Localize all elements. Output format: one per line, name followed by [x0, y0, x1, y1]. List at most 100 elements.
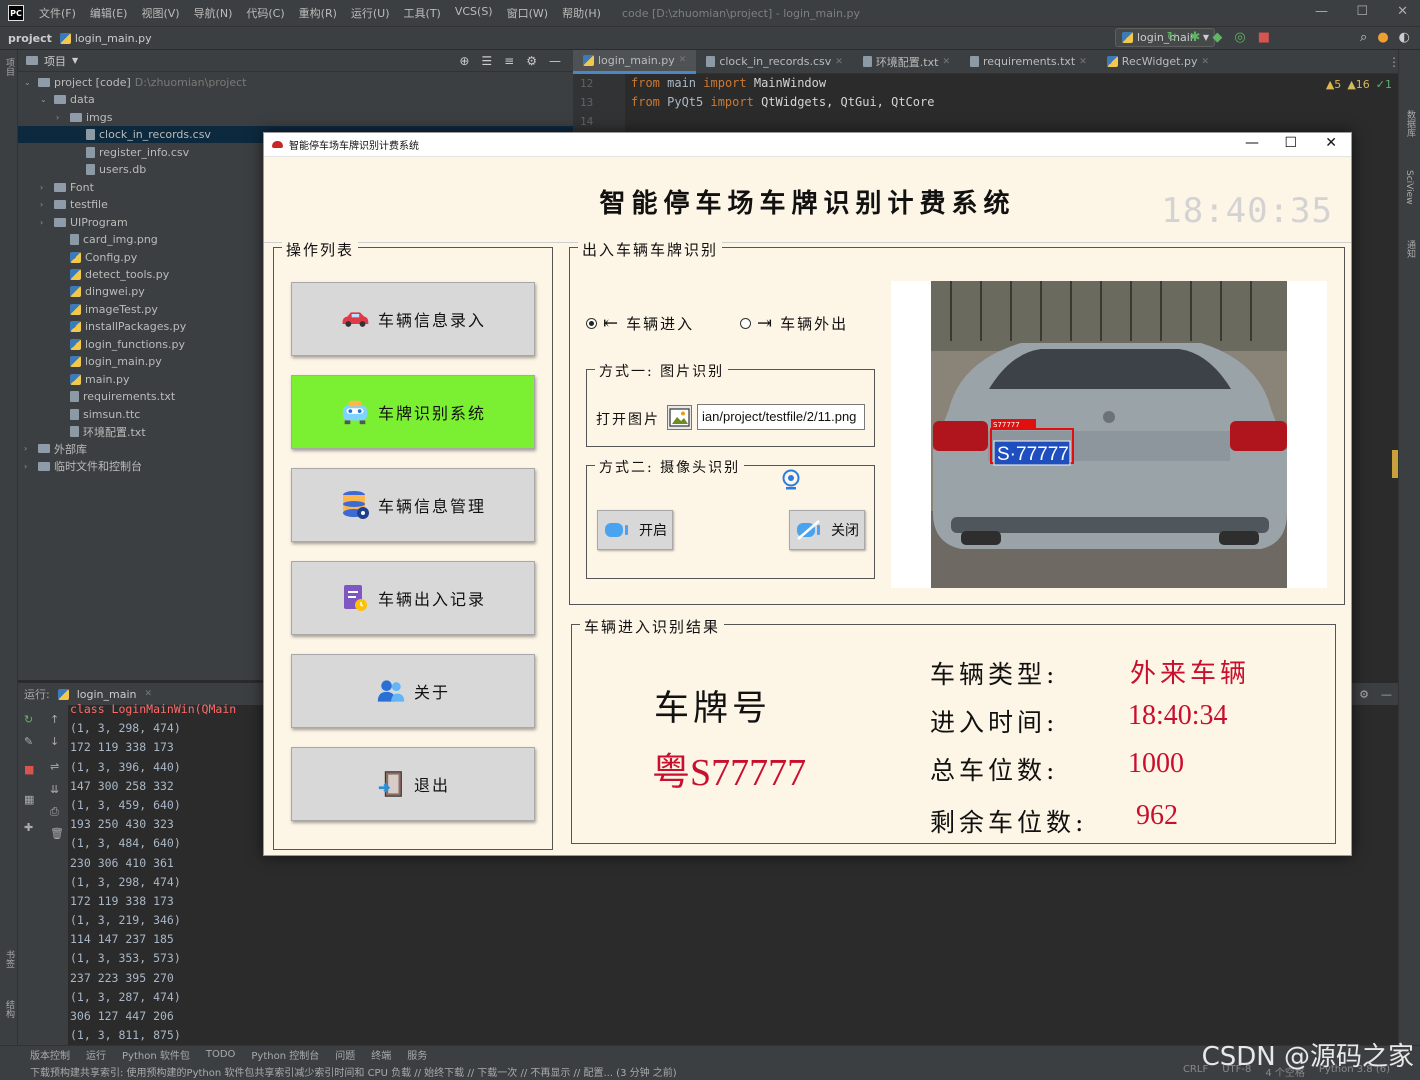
scroll-end-icon[interactable]: ⇊ — [50, 783, 64, 796]
coverage-icon[interactable]: ◆ — [1212, 30, 1222, 45]
chevron-down-icon[interactable]: ▼ — [72, 56, 78, 65]
radio-vehicle-exit[interactable]: ⇥ 车辆外出 — [740, 313, 848, 334]
chevron-down-icon[interactable]: ⌄ — [40, 95, 50, 104]
editor-tab[interactable]: 环境配置.txt ✕ — [853, 50, 960, 74]
tool-project-label[interactable]: 项目 — [3, 58, 16, 76]
layout-icon[interactable]: ▦ — [24, 793, 38, 806]
expand-all-icon[interactable]: ☰ — [481, 54, 492, 68]
op-button[interactable]: 退出 — [291, 747, 535, 821]
chevron-right-icon[interactable]: › — [40, 200, 50, 209]
run-tab[interactable]: login_main — [77, 688, 137, 701]
project-panel-title[interactable]: 项目 — [44, 53, 66, 69]
editor-tab[interactable]: clock_in_records.csv ✕ — [696, 50, 852, 74]
close-icon[interactable]: ✕ — [1397, 4, 1408, 19]
stop-icon[interactable]: ■ — [1258, 30, 1270, 45]
chevron-right-icon[interactable]: › — [40, 218, 50, 227]
menu-item[interactable]: 帮助(H) — [555, 5, 608, 21]
collapse-all-icon[interactable]: ≡ — [504, 54, 514, 68]
menu-item[interactable]: 视图(V) — [134, 5, 186, 21]
radio-vehicle-enter[interactable]: ⇤ 车辆进入 — [586, 313, 694, 334]
tool-database-label[interactable]: 数据库 — [1404, 110, 1417, 137]
tree-item[interactable]: ⌄ project [code] D:\zhuomian\project — [18, 74, 538, 91]
op-button[interactable]: 车牌识别系统 — [291, 375, 535, 449]
bottom-tool-tab[interactable]: Python 软件包 — [122, 1047, 190, 1062]
print-icon[interactable]: ⎙ — [50, 805, 64, 818]
app-maximize-icon[interactable]: ☐ — [1284, 135, 1297, 151]
breadcrumb-file[interactable]: login_main.py — [52, 32, 152, 45]
menu-item[interactable]: 代码(C) — [239, 5, 291, 21]
breadcrumb-project[interactable]: project — [0, 32, 52, 45]
bottom-tool-tab[interactable]: TODO — [206, 1049, 236, 1060]
bottom-tool-tab[interactable]: 版本控制 — [30, 1047, 70, 1062]
menu-item[interactable]: 导航(N) — [187, 5, 240, 21]
tool-notifications-label[interactable]: 通知 — [1404, 240, 1417, 258]
code-line[interactable]: from PyQt5 import QtWidgets, QtGui, QtCo… — [631, 95, 934, 109]
tree-item[interactable]: › imgs — [18, 109, 538, 126]
op-button[interactable]: 关于 — [291, 654, 535, 728]
op-button[interactable]: 车辆出入记录 — [291, 561, 535, 635]
tree-item[interactable]: ⌄ data — [18, 91, 538, 108]
inspection-widget[interactable]: ▲5 ▲16 ✓1 — [1326, 78, 1392, 91]
menu-item[interactable]: 窗口(W) — [500, 5, 555, 21]
open-image-button[interactable] — [667, 405, 692, 430]
bottom-tool-tab[interactable]: Python 控制台 — [251, 1047, 319, 1062]
chevron-right-icon[interactable]: › — [24, 444, 34, 453]
gear-icon[interactable]: ⚙ — [526, 54, 537, 68]
editor-tab[interactable]: requirements.txt ✕ — [960, 50, 1097, 74]
close-tab-icon[interactable]: ✕ — [942, 57, 950, 67]
editor-tab[interactable]: RecWidget.py ✕ — [1097, 50, 1219, 74]
maximize-icon[interactable]: ☐ — [1356, 4, 1368, 19]
op-button[interactable]: 车辆信息录入 — [291, 282, 535, 356]
tool-structure-label[interactable]: 结构 — [3, 1000, 16, 1018]
app-close-icon[interactable]: ✕ — [1325, 135, 1337, 151]
menu-item[interactable]: VCS(S) — [448, 5, 500, 21]
bottom-tool-tab[interactable]: 问题 — [335, 1047, 355, 1062]
down-arrow-icon[interactable]: ↓ — [50, 735, 64, 748]
bottom-tool-tab[interactable]: 服务 — [407, 1047, 427, 1062]
chevron-right-icon[interactable]: › — [24, 462, 34, 471]
menu-item[interactable]: 重构(R) — [292, 5, 344, 21]
pin-icon[interactable]: ✚ — [24, 821, 38, 834]
chevron-down-icon[interactable]: ⌄ — [24, 78, 34, 87]
tool-sciview-label[interactable]: SciView — [1404, 170, 1414, 205]
gear-icon[interactable]: ⚙ — [1359, 688, 1369, 701]
menu-item[interactable]: 工具(T) — [397, 5, 448, 21]
rerun-icon[interactable]: ↻ — [24, 713, 38, 726]
up-arrow-icon[interactable]: ↑ — [50, 713, 64, 726]
camera-open-button[interactable]: 开启 — [597, 510, 673, 550]
close-tab-icon[interactable]: ✕ — [679, 55, 687, 65]
soft-wrap-icon[interactable]: ⇌ — [50, 760, 64, 773]
profile-icon[interactable]: ◎ — [1234, 30, 1245, 45]
status-message[interactable]: 下载预构建共享索引: 使用预构建的Python 软件包共享索引减少索引时间和 C… — [30, 1064, 677, 1079]
bottom-tool-tab[interactable]: 终端 — [371, 1047, 391, 1062]
minimize-icon[interactable]: — — [1315, 4, 1328, 19]
chevron-right-icon[interactable]: › — [56, 113, 66, 122]
search-icon[interactable]: ⌕ — [1360, 30, 1367, 45]
close-tab-icon[interactable]: ✕ — [1079, 57, 1087, 67]
rerun-icon[interactable]: ↻ — [1167, 30, 1178, 45]
code-line[interactable]: from main import MainWindow — [631, 76, 826, 90]
plugin-icon[interactable]: ◐ — [1399, 30, 1410, 45]
menu-item[interactable]: 运行(U) — [344, 5, 397, 21]
locate-icon[interactable]: ⊕ — [459, 54, 469, 68]
op-button[interactable]: 车辆信息管理 — [291, 468, 535, 542]
menu-item[interactable]: 文件(F) — [32, 5, 83, 21]
update-icon[interactable]: ● — [1377, 30, 1388, 45]
bottom-tool-tab[interactable]: 运行 — [86, 1047, 106, 1062]
stop-icon[interactable]: ■ — [24, 763, 38, 776]
close-tab-icon[interactable]: ✕ — [145, 689, 153, 699]
trash-icon[interactable]: 🗑 — [50, 827, 64, 840]
camera-close-button[interactable]: 关闭 — [789, 510, 865, 550]
close-tab-icon[interactable]: ✕ — [835, 57, 843, 67]
app-minimize-icon[interactable]: — — [1245, 135, 1259, 151]
tool-bookmarks-label[interactable]: 书签 — [3, 950, 16, 968]
hide-icon[interactable]: — — [549, 54, 561, 68]
menu-item[interactable]: 编辑(E) — [83, 5, 135, 21]
hide-icon[interactable]: — — [1381, 688, 1392, 701]
editor-tab[interactable]: login_main.py ✕ — [573, 49, 697, 74]
wrench-icon[interactable]: ✎ — [24, 735, 38, 748]
image-path-input[interactable]: ian/project/testfile/2/11.png — [697, 404, 865, 430]
chevron-right-icon[interactable]: › — [40, 183, 50, 192]
debug-icon[interactable]: ✱ — [1189, 30, 1200, 45]
close-tab-icon[interactable]: ✕ — [1202, 57, 1210, 67]
